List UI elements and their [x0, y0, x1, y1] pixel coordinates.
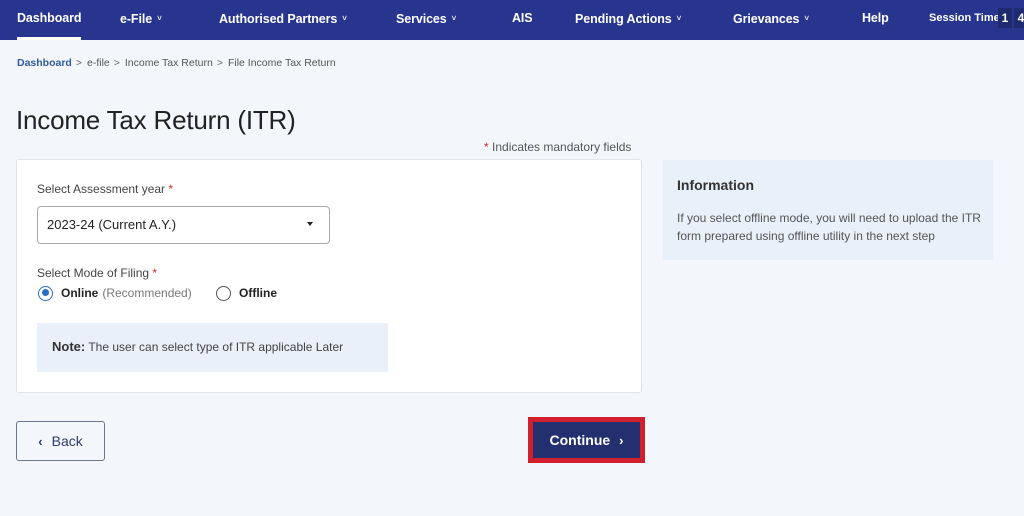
page-title: Income Tax Return (ITR)	[16, 105, 296, 135]
nav-dashboard-label: Dashboard	[17, 11, 82, 25]
required-star: *	[152, 266, 158, 280]
information-panel: Information If you select offline mode, …	[663, 160, 993, 260]
nav-efile[interactable]: e-File ˅	[120, 0, 162, 40]
itr-form-card: Select Assessment year * 2023-24 (Curren…	[16, 159, 642, 393]
assessment-year-value: 2023-24 (Current A.Y.)	[47, 217, 177, 232]
breadcrumb-separator: >	[216, 57, 223, 69]
session-time-label: Session Time	[929, 12, 1000, 24]
required-star: *	[168, 182, 174, 196]
chevron-down-icon: ˅	[342, 14, 347, 23]
chevron-down-icon: ˅	[451, 14, 457, 23]
assessment-year-select[interactable]: 2023-24 (Current A.Y.)	[37, 206, 330, 244]
chevron-right-icon: ›	[619, 432, 624, 448]
chevron-down-icon: ˅	[157, 14, 162, 23]
nav-pending-actions-label: Pending Actions	[575, 12, 672, 26]
nav-ais[interactable]: AIS	[512, 0, 533, 40]
breadcrumb-income-tax-return[interactable]: Income Tax Return	[125, 57, 213, 69]
note-body: The user can select type of ITR applicab…	[85, 340, 344, 354]
nav-grievances[interactable]: Grievances ˅	[733, 0, 809, 40]
nav-help-label: Help	[862, 11, 889, 25]
radio-online[interactable]: Online (Recommended)	[38, 285, 192, 301]
nav-ais-label: AIS	[512, 11, 533, 25]
top-nav: Dashboard e-File ˅ Authorised Partners ˅ S…	[0, 0, 1024, 40]
nav-authorised-partners-label: Authorised Partners	[219, 12, 338, 26]
note-label: Note:	[52, 339, 86, 354]
back-button[interactable]: ‹ Back	[16, 421, 105, 461]
chevron-down-icon: ˅	[676, 14, 682, 23]
caret-down-icon	[307, 222, 313, 226]
note-box: Note: The user can select type of ITR ap…	[37, 323, 388, 372]
assessment-year-label-text: Select Assessment year	[37, 182, 169, 196]
session-time-digit: 1	[998, 8, 1012, 28]
breadcrumb-separator: >	[75, 57, 82, 69]
information-title: Information	[677, 177, 754, 193]
continue-button[interactable]: Continue ›	[533, 422, 640, 458]
chevron-left-icon: ‹	[38, 433, 43, 449]
continue-button-label: Continue	[549, 432, 611, 448]
nav-services-label: Services	[396, 12, 447, 26]
mode-of-filing-label-text: Select Mode of Filing	[37, 266, 153, 280]
radio-unchecked-icon[interactable]	[216, 285, 231, 301]
breadcrumb: Dashboard > e-file > Income Tax Return > File …	[17, 57, 336, 69]
mandatory-fields-text: Indicates mandatory fields	[488, 140, 632, 154]
radio-checked-icon[interactable]	[38, 285, 53, 301]
breadcrumb-file-income-tax-return: File Income Tax Return	[227, 57, 336, 69]
nav-help[interactable]: Help	[862, 0, 889, 40]
radio-online-label: Online	[61, 286, 99, 300]
breadcrumb-separator: >	[113, 57, 120, 69]
back-button-label: Back	[51, 433, 83, 449]
assessment-year-label: Select Assessment year *	[37, 182, 173, 196]
nav-efile-label: e-File	[120, 12, 153, 26]
breadcrumb-efile[interactable]: e-file	[87, 57, 110, 69]
information-text: If you select offline mode, you will nee…	[677, 211, 981, 243]
mode-of-filing-label: Select Mode of Filing *	[37, 266, 157, 280]
nav-dashboard[interactable]: Dashboard	[17, 0, 82, 40]
breadcrumb-dashboard[interactable]: Dashboard	[17, 57, 72, 69]
note-text: Note: The user can select type of ITR ap…	[52, 339, 343, 354]
nav-services[interactable]: Services ˅	[396, 0, 456, 40]
radio-offline-label: Offline	[239, 286, 277, 300]
nav-authorised-partners[interactable]: Authorised Partners ˅	[219, 0, 347, 40]
radio-offline[interactable]: Offline	[216, 285, 277, 301]
mandatory-fields-note: * Indicates mandatory fields	[484, 140, 631, 154]
chevron-down-icon: ˅	[804, 14, 809, 23]
nav-grievances-label: Grievances	[733, 12, 800, 26]
radio-online-sublabel: (Recommended)	[102, 286, 192, 300]
session-time-digit: 4	[1014, 8, 1024, 28]
nav-pending-actions[interactable]: Pending Actions ˅	[575, 0, 681, 40]
